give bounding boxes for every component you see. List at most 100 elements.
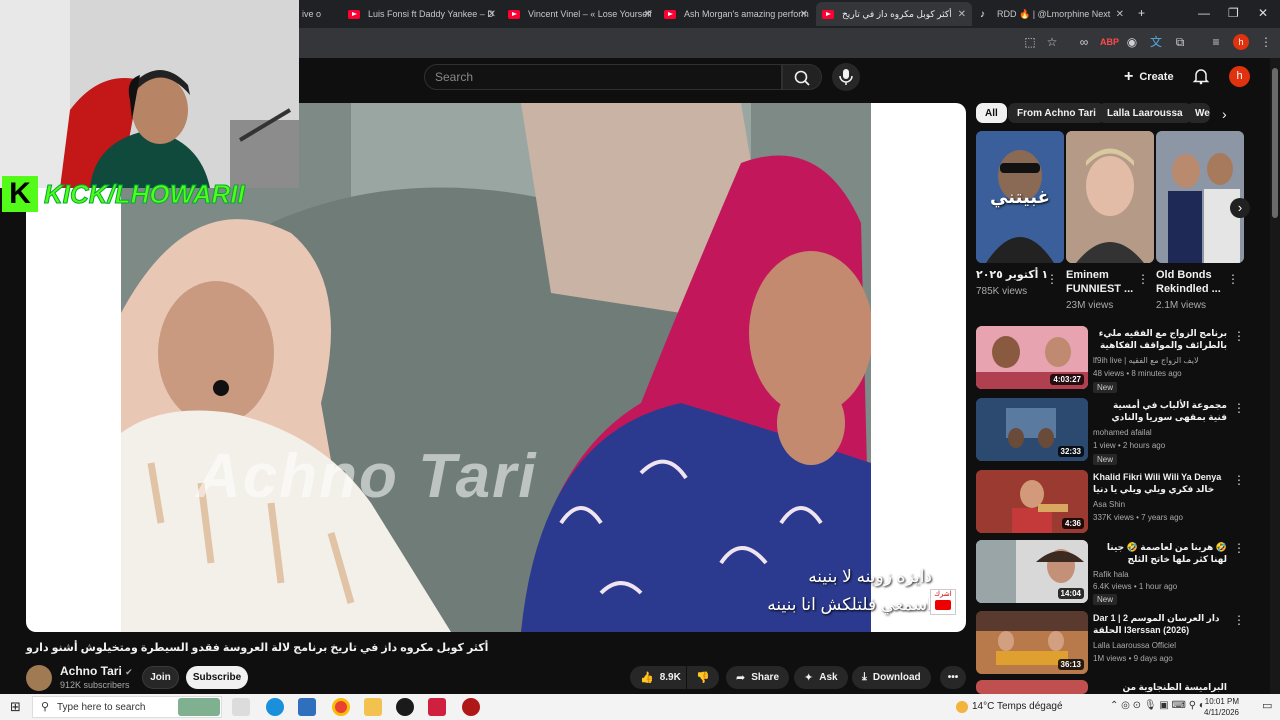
photos-app-icon[interactable]: [298, 698, 316, 716]
share-label: Share: [751, 672, 780, 683]
chevron-right-icon[interactable]: ›: [1230, 198, 1250, 218]
browser-tab[interactable]: ive o: [296, 2, 326, 26]
account-avatar[interactable]: h: [1229, 66, 1250, 87]
page-scrollbar[interactable]: [1270, 58, 1280, 694]
close-tab-icon[interactable]: ✕: [644, 9, 652, 20]
chip-truncated[interactable]: We: [1186, 103, 1210, 123]
chip-from-channel[interactable]: From Achno Tari: [1008, 103, 1105, 123]
more-vertical-icon[interactable]: ⋮: [1227, 272, 1239, 286]
more-actions-button[interactable]: •••: [940, 666, 966, 689]
short-title[interactable]: Old Bonds Rekindled ...: [1156, 268, 1230, 296]
more-vertical-icon[interactable]: ⋮: [1233, 401, 1245, 415]
video-channel[interactable]: Lalla Laaroussa Officiel: [1093, 639, 1176, 652]
browser-tab[interactable]: ♪ RDD 🔥 | @Lmorphine Next ✕: [974, 2, 1130, 26]
short-thumbnail[interactable]: غبيتني: [976, 131, 1064, 263]
download-button[interactable]: ⤓ Download: [852, 666, 931, 689]
join-button[interactable]: Join: [142, 666, 179, 689]
video-thumbnail[interactable]: 36:13: [976, 611, 1088, 674]
video-title[interactable]: البراميسة الطنجاوية من النوجة فالليل لوك: [1093, 681, 1227, 693]
notification-center-icon[interactable]: ▭: [1262, 699, 1272, 712]
weather-widget[interactable]: 14°C Temps dégagé: [972, 701, 1063, 712]
media-controls-icon[interactable]: ≡: [1208, 34, 1224, 50]
video-thumbnail[interactable]: [976, 680, 1088, 694]
subscribe-button[interactable]: Subscribe: [186, 666, 248, 689]
browser-tab[interactable]: Ash Morgan's amazing perform ✕: [658, 2, 814, 26]
voice-search-button[interactable]: [832, 63, 860, 91]
video-thumbnail[interactable]: 4:03:27: [976, 326, 1088, 389]
more-vertical-icon[interactable]: ⋮: [1137, 272, 1149, 286]
maximize-button[interactable]: ❐: [1228, 6, 1239, 20]
video-title[interactable]: Dar 1 دار العرسان الموسم 2 | الحلقة l3er…: [1093, 612, 1227, 636]
scrollbar-thumb[interactable]: [1272, 68, 1278, 218]
edge-browser-icon[interactable]: [266, 698, 284, 716]
ask-button[interactable]: ✦ Ask: [794, 666, 848, 689]
dislike-button[interactable]: 👎: [687, 666, 719, 689]
translate-extension-icon[interactable]: 文: [1148, 34, 1164, 50]
video-channel[interactable]: Asa Shin: [1093, 498, 1125, 511]
video-channel[interactable]: mohamed afailal: [1093, 426, 1152, 439]
more-vertical-icon[interactable]: ⋮: [1233, 329, 1245, 343]
search-highlight-image[interactable]: [178, 698, 220, 716]
duration-badge: 32:33: [1057, 446, 1084, 457]
close-tab-icon[interactable]: ✕: [488, 9, 496, 20]
channel-name-text: Achno Tari: [60, 664, 122, 678]
chip-all[interactable]: All: [976, 103, 1007, 123]
browser-tab[interactable]: Luis Fonsi ft Daddy Yankee – D ✕: [342, 2, 502, 26]
video-title[interactable]: Khalid Fikri Wili Wili Ya Denya خالد فكر…: [1093, 471, 1227, 495]
browser-menu-icon[interactable]: ⋮: [1258, 34, 1274, 50]
notifications-button[interactable]: [1192, 67, 1210, 85]
search-button[interactable]: [782, 64, 822, 90]
more-vertical-icon[interactable]: ⋮: [1233, 473, 1245, 487]
chrome-browser-icon[interactable]: [332, 698, 350, 716]
create-button[interactable]: + Create: [1124, 66, 1174, 88]
system-tray-icons[interactable]: ⌃ ◎ ⊙ 🎙 ▣ ⌨ ⚲ ◐: [1110, 700, 1205, 711]
extension-icon[interactable]: ◉: [1124, 34, 1140, 50]
more-vertical-icon[interactable]: ⋮: [1233, 613, 1245, 627]
install-app-icon[interactable]: ⬚: [1022, 34, 1038, 50]
browser-tab-active[interactable]: أكثر كوبل مكروه داز في تاريخ ✕: [816, 2, 972, 26]
adblock-extension-icon[interactable]: ABP: [1100, 34, 1119, 50]
video-thumbnail[interactable]: 32:33: [976, 398, 1088, 461]
video-title[interactable]: 🤣 هربنا من لعاصمة 🤣 جينا لهنا كثر ملها خ…: [1093, 541, 1227, 565]
app-icon[interactable]: [428, 698, 446, 716]
close-tab-icon[interactable]: ✕: [800, 9, 808, 20]
task-view-icon[interactable]: [232, 698, 250, 716]
close-tab-icon[interactable]: ✕: [958, 9, 966, 20]
channel-avatar[interactable]: [26, 665, 52, 691]
minimize-button[interactable]: —: [1198, 6, 1210, 20]
app-icon[interactable]: [462, 698, 480, 716]
profile-avatar[interactable]: h: [1233, 34, 1249, 50]
extension-icon[interactable]: ∞: [1076, 34, 1092, 50]
channel-name[interactable]: Achno Tari ✔: [60, 664, 133, 678]
duration-badge: 36:13: [1057, 659, 1084, 670]
extensions-puzzle-icon[interactable]: ⧉: [1172, 34, 1188, 50]
chevron-right-icon[interactable]: ›: [1222, 106, 1227, 122]
streamer-webcam-overlay: [0, 0, 299, 188]
file-explorer-icon[interactable]: [364, 698, 382, 716]
bookmark-star-icon[interactable]: ☆: [1044, 34, 1060, 50]
more-vertical-icon[interactable]: ⋮: [1233, 541, 1245, 555]
video-thumbnail[interactable]: 4:36: [976, 470, 1088, 533]
like-count: 8.9K: [659, 672, 681, 683]
browser-tab[interactable]: Vincent Vinel – « Lose Yourself ✕: [502, 2, 658, 26]
video-thumbnail[interactable]: 14:04: [976, 540, 1088, 603]
short-thumbnail[interactable]: [1156, 131, 1244, 263]
obs-studio-icon[interactable]: [396, 698, 414, 716]
video-channel[interactable]: lf9ih live | لايف الزواج مع الفقيه: [1093, 354, 1199, 367]
like-button[interactable]: 👍 8.9K: [630, 666, 686, 689]
download-label: Download: [872, 672, 921, 683]
windows-start-icon[interactable]: ⊞: [10, 699, 21, 715]
new-tab-button[interactable]: +: [1138, 6, 1145, 20]
video-title[interactable]: برنامج الزواج مع الفقيه مليء بالطرائف وا…: [1093, 327, 1227, 351]
close-tab-icon[interactable]: ✕: [1116, 9, 1124, 20]
share-button[interactable]: ➦ Share: [726, 666, 790, 689]
taskbar-clock[interactable]: 10:01 PM 4/11/2026: [1204, 696, 1239, 718]
video-title[interactable]: مجموعة الألباب في أمسية فنية بمقهى سوريا…: [1093, 399, 1227, 423]
short-title[interactable]: ١ أكتوبر ٢٠٢٥: [976, 268, 1050, 282]
more-vertical-icon[interactable]: ⋮: [1046, 272, 1058, 286]
search-input[interactable]: Search: [424, 64, 782, 90]
close-window-button[interactable]: ✕: [1258, 6, 1268, 20]
short-title[interactable]: Eminem FUNNIEST ...: [1066, 268, 1140, 296]
chip-lalla-laaroussa[interactable]: Lalla Laaroussa: [1098, 103, 1192, 123]
short-thumbnail[interactable]: [1066, 131, 1154, 263]
